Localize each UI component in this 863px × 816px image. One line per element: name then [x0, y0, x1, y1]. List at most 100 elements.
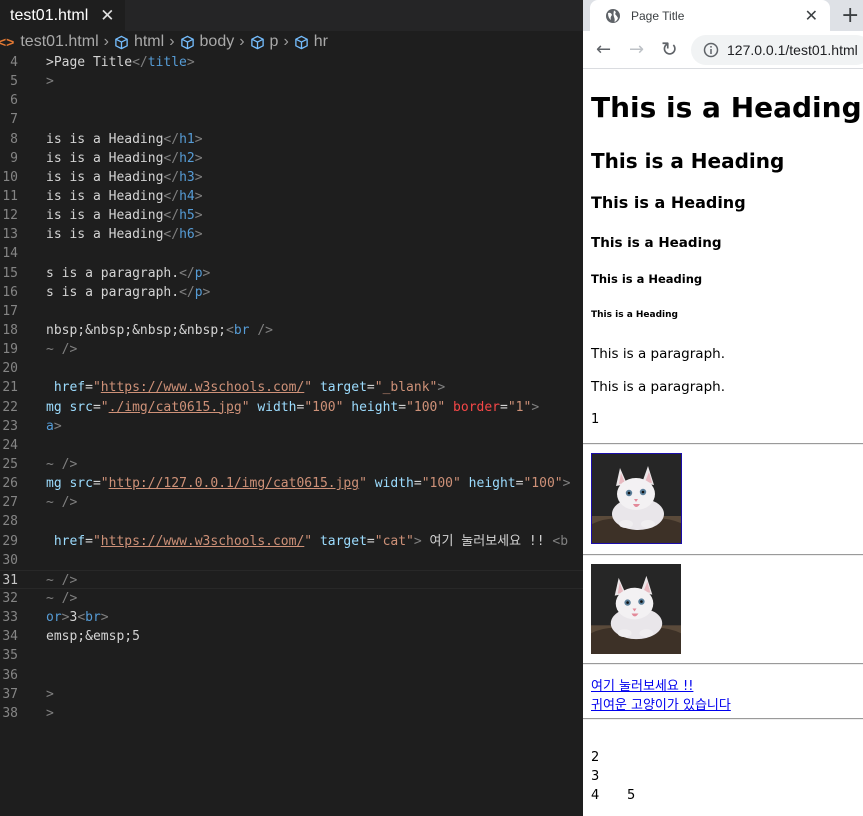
editor-tab-bar: test01.html ✕ — [0, 0, 583, 31]
code-token: height — [468, 476, 516, 492]
code-line[interactable]: 7 — [0, 110, 583, 129]
browser-tab[interactable]: Page Title ✕ — [590, 0, 830, 31]
code-token: "1" — [507, 399, 532, 415]
code-line[interactable]: 16 s is a paragraph.</p> — [0, 283, 583, 302]
browser-tab-title: Page Title — [631, 8, 685, 23]
cat-image-link[interactable] — [591, 453, 682, 544]
code-token: > — [53, 418, 62, 434]
code-line[interactable]: 12 is is a Heading</h5> — [0, 206, 583, 225]
heading-h5: This is a Heading — [591, 272, 703, 286]
code-token: > — [194, 131, 203, 147]
code-token: s is a paragraph. — [46, 265, 180, 281]
editor-tab[interactable]: test01.html ✕ — [0, 0, 125, 31]
code-line[interactable]: 32 ~ /> — [0, 589, 583, 608]
heading-h3: This is a Heading — [591, 193, 746, 212]
code-line[interactable]: 8 is is a Heading</h1> — [0, 130, 583, 149]
code-line[interactable]: 28 — [0, 512, 583, 531]
code-line[interactable]: 25 ~ /> — [0, 455, 583, 474]
breadcrumb-item-hr[interactable]: hr — [294, 31, 328, 53]
code-line[interactable]: 19 ~ /> — [0, 340, 583, 359]
line-number: 28 — [2, 514, 18, 530]
line-number: 13 — [2, 227, 18, 243]
code-line[interactable]: 14 — [0, 244, 583, 263]
browser-window: Page Title ✕ + ← → ↻ 127.0.0.1/test01.ht… — [583, 0, 863, 816]
line-number: 32 — [2, 590, 18, 606]
code-line[interactable]: 23 a> — [0, 417, 583, 436]
code-text: is is a Heading</h1> — [46, 130, 203, 149]
line-number: 6 — [10, 93, 18, 109]
code-token: width — [257, 399, 297, 415]
code-line[interactable]: 34 emsp;&emsp;5 — [0, 627, 583, 646]
cat-image — [592, 454, 681, 543]
code-line[interactable]: 27 ~ /> — [0, 493, 583, 512]
code-token: > — [413, 533, 422, 549]
code-text: s is a paragraph.</p> — [46, 283, 210, 302]
code-token: "_blank" — [374, 380, 438, 396]
code-token: " — [100, 399, 109, 415]
line-number: 11 — [2, 188, 18, 204]
code-line[interactable]: 29 href="https://www.w3schools.com/" tar… — [0, 532, 583, 551]
line-number: 34 — [2, 629, 18, 645]
code-token: = — [500, 399, 508, 415]
breadcrumb-item-file[interactable]: <> test01.html — [0, 31, 99, 53]
breadcrumb-item-body[interactable]: body — [180, 31, 234, 53]
code-line[interactable]: 4 >Page Title</title> — [0, 53, 583, 72]
code-text: is is a Heading</h5> — [46, 206, 203, 225]
close-icon[interactable]: ✕ — [805, 6, 818, 26]
forward-button[interactable]: → — [629, 39, 644, 60]
code-token: </ — [163, 169, 180, 185]
reload-button[interactable]: ↻ — [661, 37, 678, 61]
line-number: 19 — [2, 342, 18, 358]
code-line[interactable]: 6 — [0, 91, 583, 110]
code-token: ~ /> — [46, 590, 78, 606]
code-token: > — [202, 265, 211, 281]
breadcrumb-item-html[interactable]: html — [114, 31, 164, 53]
code-line[interactable]: 38 > — [0, 704, 583, 723]
code-token: </ — [179, 284, 195, 300]
breadcrumb-item-p[interactable]: p — [250, 31, 278, 53]
code-line[interactable]: 21 href="https://www.w3schools.com/" tar… — [0, 378, 583, 397]
code-line[interactable]: 11 is is a Heading</h4> — [0, 187, 583, 206]
code-line[interactable]: 37 > — [0, 685, 583, 704]
code-token: p — [194, 265, 203, 281]
code-line[interactable]: 20 — [0, 359, 583, 378]
code-token: " — [304, 533, 313, 549]
code-line[interactable]: 35 — [0, 646, 583, 665]
code-line[interactable]: 31 ~ /> — [0, 569, 583, 590]
code-line[interactable]: 15 s is a paragraph.</p> — [0, 264, 583, 283]
code-line[interactable]: 33 or>3<br> — [0, 608, 583, 627]
code-line[interactable]: 13 is is a Heading</h6> — [0, 225, 583, 244]
code-line[interactable]: 10 is is a Heading</h3> — [0, 168, 583, 187]
code-line[interactable]: 17 — [0, 302, 583, 321]
code-line[interactable]: 18 nbsp;&nbsp;&nbsp;&nbsp;<br /> — [0, 321, 583, 340]
code-line[interactable]: 22 mg src="./img/cat0615.jpg" width="100"… — [0, 398, 583, 417]
close-icon[interactable]: ✕ — [100, 6, 114, 26]
code-area[interactable]: 4 >Page Title</title> 5 > 6 7 8 is is a Heading… — [0, 53, 583, 723]
horizontal-rule — [583, 663, 863, 665]
back-button[interactable]: ← — [596, 39, 611, 60]
new-tab-button[interactable]: + — [841, 3, 859, 28]
code-line[interactable]: 24 — [0, 436, 583, 455]
code-token: </ — [163, 208, 180, 224]
code-token: = — [92, 399, 101, 415]
code-line[interactable]: 5 > — [0, 72, 583, 91]
line-number: 27 — [2, 495, 18, 511]
code-text: >Page Title</title> — [46, 53, 195, 72]
code-line[interactable]: 30 — [0, 551, 583, 570]
code-text: ~ /> — [46, 455, 77, 474]
code-token: > — [100, 610, 109, 626]
code-editor[interactable]: test01.html ✕ <> test01.html › html › bod… — [0, 0, 583, 816]
link-cute-cat[interactable]: 귀여운 고양이가 있습니다 — [591, 694, 731, 713]
address-bar[interactable]: 127.0.0.1/test01.html — [691, 35, 863, 65]
address-text: 127.0.0.1/test01.html — [727, 42, 858, 58]
code-text: ~ /> — [46, 571, 77, 590]
code-line[interactable]: 26 mg src="http://127.0.0.1/img/cat0615.j… — [0, 474, 583, 493]
link-click-here[interactable]: 여기 눌러보세요 !! — [591, 675, 693, 694]
code-token: > — [194, 169, 203, 185]
code-line[interactable]: 36 — [0, 666, 583, 685]
code-line[interactable]: 9 is is a Heading</h2> — [0, 149, 583, 168]
line-number: 17 — [2, 303, 18, 319]
